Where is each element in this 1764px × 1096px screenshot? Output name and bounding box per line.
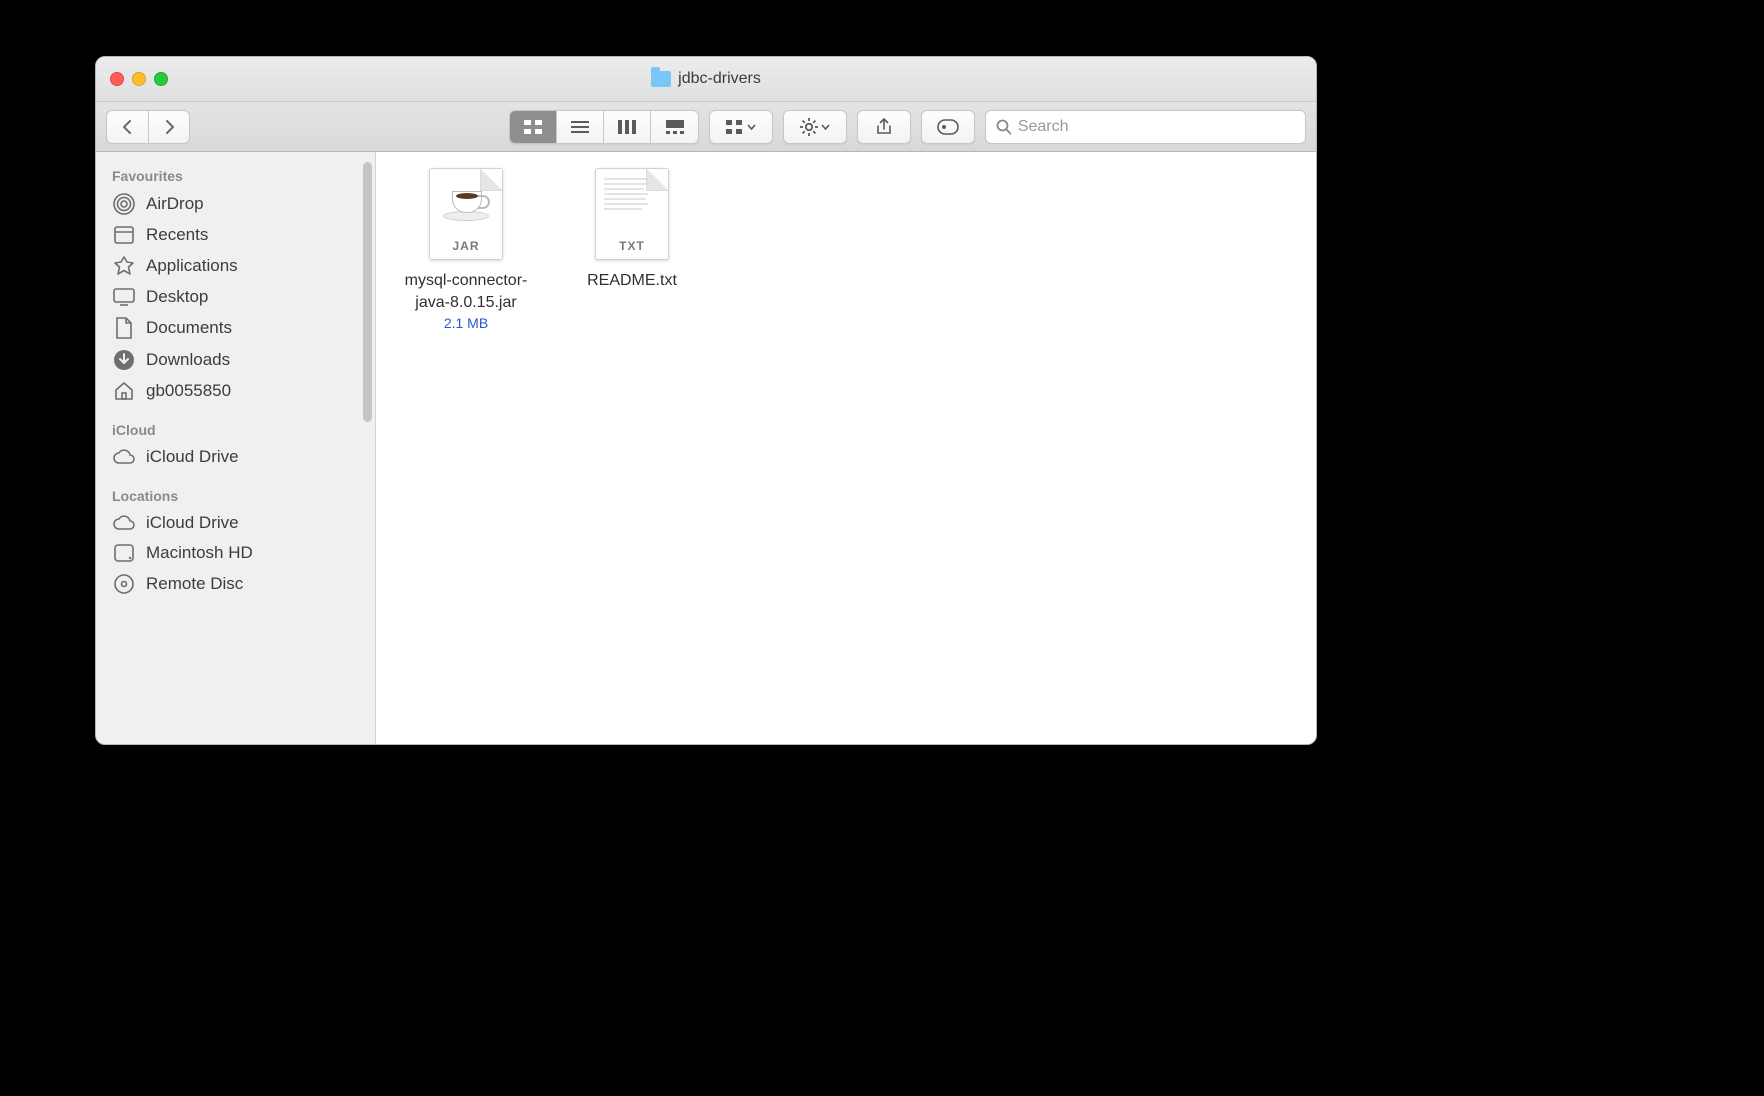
sidebar-item-label: Macintosh HD	[146, 543, 253, 563]
sidebar-item-label: Remote Disc	[146, 574, 243, 594]
view-switcher	[509, 110, 699, 144]
file-name: mysql-connector-java-8.0.15.jar	[386, 270, 546, 313]
toolbar	[96, 102, 1316, 152]
sidebar-item-label: gb0055850	[146, 381, 231, 401]
sidebar-item-documents[interactable]: Documents	[96, 312, 375, 344]
forward-button[interactable]	[148, 110, 190, 144]
file-size: 2.1 MB	[444, 315, 488, 331]
cloud-icon	[112, 449, 136, 465]
file-ext-label: TXT	[596, 239, 668, 253]
disc-icon	[112, 573, 136, 595]
window-title: jdbc-drivers	[678, 70, 761, 88]
share-icon	[876, 118, 892, 136]
close-button[interactable]	[110, 72, 124, 86]
gallery-view-button[interactable]	[651, 111, 698, 143]
titlebar: jdbc-drivers	[96, 57, 1316, 102]
airdrop-icon	[112, 193, 136, 215]
search-icon	[996, 119, 1011, 135]
tags-button[interactable]	[921, 110, 975, 144]
search-input[interactable]	[1018, 118, 1295, 136]
sidebar: Favourites AirDrop Recents Applications …	[96, 152, 376, 744]
sidebar-item-macintosh-hd[interactable]: Macintosh HD	[96, 538, 375, 568]
file-item[interactable]: TXT README.txt	[552, 166, 712, 730]
traffic-lights	[96, 72, 168, 86]
zoom-button[interactable]	[154, 72, 168, 86]
cloud-icon	[112, 515, 136, 531]
icon-view-button[interactable]	[510, 111, 557, 143]
home-icon	[112, 381, 136, 401]
sidebar-item-recents[interactable]: Recents	[96, 220, 375, 250]
sidebar-item-icloud-drive[interactable]: iCloud Drive	[96, 442, 375, 472]
sidebar-section-locations: Locations	[96, 482, 375, 508]
tag-icon	[937, 119, 959, 135]
file-item[interactable]: JAR mysql-connector-java-8.0.15.jar 2.1 …	[386, 166, 546, 730]
sidebar-item-label: iCloud Drive	[146, 513, 239, 533]
share-button[interactable]	[857, 110, 911, 144]
chevron-down-icon	[747, 124, 756, 130]
sidebar-item-label: Downloads	[146, 350, 230, 370]
list-view-button[interactable]	[557, 111, 604, 143]
sidebar-item-label: Desktop	[146, 287, 208, 307]
recents-icon	[112, 225, 136, 245]
sidebar-item-label: Recents	[146, 225, 208, 245]
desktop-icon	[112, 288, 136, 306]
folder-icon	[651, 71, 671, 87]
sidebar-section-favourites: Favourites	[96, 162, 375, 188]
file-area[interactable]: JAR mysql-connector-java-8.0.15.jar 2.1 …	[376, 152, 1316, 744]
sidebar-section-icloud: iCloud	[96, 416, 375, 442]
column-view-button[interactable]	[604, 111, 651, 143]
nav-buttons	[106, 110, 190, 144]
sidebar-item-downloads[interactable]: Downloads	[96, 344, 375, 376]
jar-file-icon: JAR	[424, 166, 508, 262]
applications-icon	[112, 255, 136, 277]
sidebar-item-airdrop[interactable]: AirDrop	[96, 188, 375, 220]
scrollbar-thumb[interactable]	[363, 162, 372, 422]
action-button[interactable]	[783, 110, 847, 144]
downloads-icon	[112, 349, 136, 371]
back-button[interactable]	[106, 110, 148, 144]
sidebar-item-home[interactable]: gb0055850	[96, 376, 375, 406]
documents-icon	[112, 317, 136, 339]
sidebar-item-remote-disc[interactable]: Remote Disc	[96, 568, 375, 600]
gear-icon	[800, 118, 818, 136]
search-field[interactable]	[985, 110, 1306, 144]
sidebar-item-applications[interactable]: Applications	[96, 250, 375, 282]
sidebar-item-label: iCloud Drive	[146, 447, 239, 467]
sidebar-item-label: AirDrop	[146, 194, 204, 214]
file-name: README.txt	[585, 270, 679, 292]
file-ext-label: JAR	[430, 239, 502, 253]
arrange-button[interactable]	[709, 110, 773, 144]
chevron-down-icon	[821, 124, 830, 130]
sidebar-item-desktop[interactable]: Desktop	[96, 282, 375, 312]
txt-file-icon: TXT	[590, 166, 674, 262]
sidebar-item-label: Documents	[146, 318, 232, 338]
finder-window: jdbc-drivers	[95, 56, 1317, 745]
disk-icon	[112, 543, 136, 563]
sidebar-item-label: Applications	[146, 256, 238, 276]
sidebar-item-icloud-drive-loc[interactable]: iCloud Drive	[96, 508, 375, 538]
minimize-button[interactable]	[132, 72, 146, 86]
